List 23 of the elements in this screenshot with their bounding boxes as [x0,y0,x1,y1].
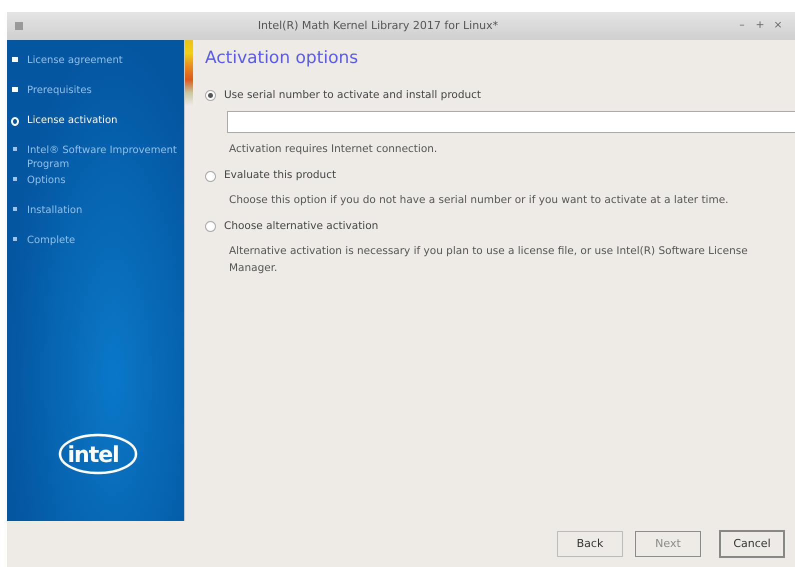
step-label: Installation [27,204,82,218]
dialog-button[interactable]: Cancel [719,530,785,558]
step-label: License agreement [27,54,123,68]
window-control[interactable]: + [751,18,769,34]
option-description: Choose this option if you do not have a serial number or if you want to activate at a later time. [229,193,730,208]
step-label: License activation [27,114,118,128]
option-description: Alternative activation is necessary if you plan to use a license file, or use Intel(R) Software License Manager. [229,244,749,276]
step-label: Intel® Software Improvement Program [27,144,178,172]
radio-option[interactable]: Choose alternative activation [205,219,795,235]
dialog-button[interactable]: Back [557,530,623,558]
color-stripe [185,40,193,106]
radio-option[interactable]: Evaluate this product [205,168,795,184]
window-control[interactable]: – [733,18,751,34]
radio-option[interactable]: Use serial number to activate and install product [205,88,795,104]
step-label: Prerequisites [27,84,92,98]
window-control[interactable]: × [769,18,787,34]
logo-text: intel [68,442,119,470]
section-heading: Activation options [205,47,360,70]
step-label: Complete [27,234,76,248]
option-description: Activation requires Internet connection. [229,142,438,158]
serial-number-field[interactable] [227,111,795,134]
step-label: Options [27,174,66,188]
window-title: Intel(R) Math Kernel Library 2017 for Linux* [256,18,500,34]
